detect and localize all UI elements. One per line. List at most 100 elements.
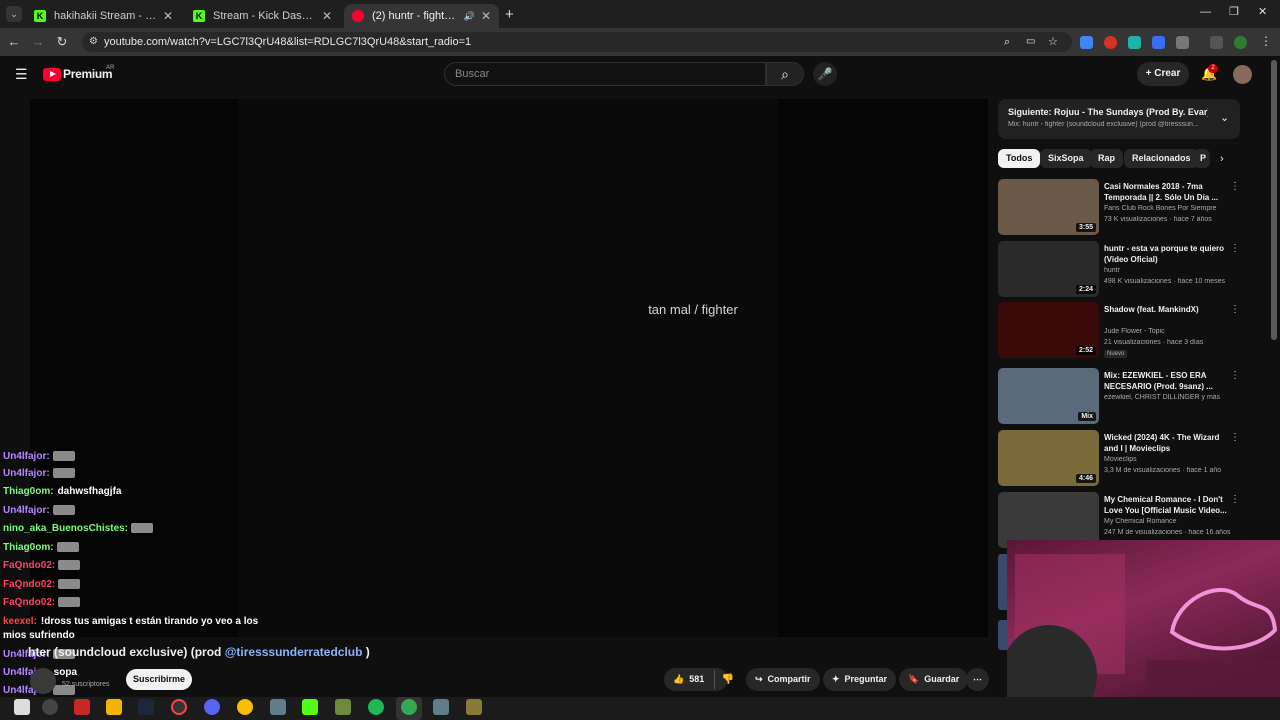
chat-username[interactable]: FaQndo02: xyxy=(3,597,55,608)
close-icon[interactable]: ✕ xyxy=(163,9,173,23)
avatar[interactable] xyxy=(1233,65,1252,84)
channel-mention-link[interactable]: @tiresssunderratedclub xyxy=(225,645,363,659)
close-icon[interactable]: ✕ xyxy=(481,9,491,23)
app-icon[interactable] xyxy=(270,699,286,715)
windows-start-icon[interactable] xyxy=(14,699,30,715)
steam-icon[interactable] xyxy=(138,699,154,715)
app-icon[interactable] xyxy=(433,699,449,715)
hamburger-menu-icon[interactable]: ☰ xyxy=(15,66,28,83)
related-video-item[interactable]: 4:46 Wicked (2024) 4K - The Wizard and I … xyxy=(998,430,1244,488)
chip-partial[interactable]: P xyxy=(1194,149,1210,168)
share-button[interactable]: ↪ Compartir xyxy=(746,668,820,691)
chip-relacionados[interactable]: Relacionados xyxy=(1124,149,1199,168)
site-info-icon[interactable]: ⚙ xyxy=(89,32,98,52)
create-button[interactable]: + Crear xyxy=(1137,62,1189,86)
youtube-premium-logo[interactable]: Premium xyxy=(63,67,113,81)
extension-icon[interactable] xyxy=(1104,36,1117,49)
related-video-title[interactable]: Casi Normales 2018 - 7ma Temporada || 2.… xyxy=(1104,181,1228,203)
chevron-right-icon[interactable]: › xyxy=(1220,153,1224,165)
extension-icon[interactable] xyxy=(1128,36,1141,49)
app-icon[interactable] xyxy=(74,699,90,715)
more-actions-icon[interactable]: ⋯ xyxy=(966,668,989,691)
app-icon[interactable] xyxy=(171,699,187,715)
video-thumbnail[interactable]: 4:46 xyxy=(998,430,1099,486)
reload-icon[interactable]: ↻ xyxy=(54,34,70,50)
chat-username[interactable]: FaQndo02: xyxy=(3,560,55,571)
tab-kick-stream[interactable]: K hakihakii Stream - Watch Live o ✕ xyxy=(26,4,181,28)
chip-todos[interactable]: Todos xyxy=(998,149,1041,168)
related-video-channel[interactable]: Jude Flower - Topic xyxy=(1104,328,1238,335)
chat-username[interactable]: Thiag0om: xyxy=(3,542,54,553)
back-icon[interactable]: ← xyxy=(6,34,22,50)
youtube-logo-icon[interactable] xyxy=(43,68,61,81)
search-icon[interactable]: ⌕ xyxy=(766,62,804,86)
puzzle-icon[interactable] xyxy=(1176,36,1189,49)
kick-icon[interactable] xyxy=(302,699,318,715)
chip-rap[interactable]: Rap xyxy=(1090,149,1124,168)
up-next-panel[interactable]: Siguiente: Rojuu - The Sundays (Prod By.… xyxy=(998,99,1240,139)
related-video-channel[interactable]: ezewkiel, CHRIST DILLINGER y más xyxy=(1104,394,1238,401)
chrome-icon[interactable] xyxy=(401,699,417,715)
search-icon[interactable] xyxy=(42,699,58,715)
new-tab-icon[interactable]: + xyxy=(505,6,514,23)
cast-icon[interactable]: ▭ xyxy=(1026,32,1035,52)
browser-menu-icon[interactable]: ⋮ xyxy=(1260,34,1272,48)
chevron-down-icon[interactable]: ⌄ xyxy=(1220,111,1229,124)
microphone-icon[interactable]: 🎤 xyxy=(813,62,837,86)
related-video-title[interactable]: Shadow (feat. MankindX) xyxy=(1104,304,1228,315)
profile-avatar[interactable] xyxy=(1234,36,1247,49)
page-scrollbar[interactable] xyxy=(1271,60,1277,340)
video-thumbnail[interactable]: 3:55 xyxy=(998,179,1099,235)
forward-icon[interactable]: → xyxy=(30,34,46,50)
chat-username[interactable]: nino_aka_BuenosChistes: xyxy=(3,523,128,534)
related-video-channel[interactable]: Fans Club Rock Bones Por Siempre xyxy=(1104,205,1238,212)
chat-username[interactable]: Un4lfajor: xyxy=(3,505,50,516)
minimize-icon[interactable]: — xyxy=(1200,6,1211,18)
related-video-channel[interactable]: Movieclips xyxy=(1104,456,1238,463)
subscribe-button[interactable]: Suscribirme xyxy=(126,669,192,690)
related-video-channel[interactable]: My Chemical Romance xyxy=(1104,518,1238,525)
search-input[interactable]: Buscar xyxy=(444,62,766,86)
more-options-icon[interactable]: ⋮ xyxy=(1230,304,1240,315)
window-close-icon[interactable]: ✕ xyxy=(1258,5,1267,18)
related-video-title[interactable]: My Chemical Romance - I Don't Love You [… xyxy=(1104,494,1228,516)
chip-sixsopa[interactable]: SixSopa xyxy=(1040,149,1092,168)
spotify-icon[interactable] xyxy=(368,699,384,715)
tab-search-icon[interactable]: ⌄ xyxy=(6,6,22,22)
tab-kick-dashboard[interactable]: K Stream - Kick Dashboard ✕ xyxy=(185,4,340,28)
more-options-icon[interactable]: ⋮ xyxy=(1230,432,1240,443)
close-icon[interactable]: ✕ xyxy=(322,9,332,23)
chat-username[interactable]: Thiag0om: xyxy=(3,486,54,497)
chat-username[interactable]: Un4lfajor: xyxy=(3,468,50,479)
channel-avatar[interactable] xyxy=(30,668,56,694)
related-video-title[interactable]: Wicked (2024) 4K - The Wizard and I | Mo… xyxy=(1104,432,1228,454)
media-icon[interactable] xyxy=(1210,36,1223,49)
url-bar[interactable]: ⚙ youtube.com/watch?v=LGC7l3QrU48&list=R… xyxy=(82,32,1072,52)
video-frame[interactable] xyxy=(238,99,778,637)
related-video-title[interactable]: Mix: EZEWKIEL - ESO ERA NECESARIO (Prod.… xyxy=(1104,370,1228,392)
related-video-item[interactable]: 2:52 Shadow (feat. MankindX) Jude Flower -… xyxy=(998,302,1244,360)
chat-username[interactable]: Un4lfajor: xyxy=(3,451,50,462)
minecraft-icon[interactable] xyxy=(335,699,351,715)
extension-icon[interactable] xyxy=(1080,36,1093,49)
related-video-item[interactable]: 2:24 huntr - esta va porque te quiero (Vi… xyxy=(998,241,1244,299)
save-button[interactable]: 🔖 Guardar xyxy=(899,668,969,691)
extension-icon[interactable] xyxy=(1152,36,1165,49)
thumbs-down-icon[interactable]: 👎 xyxy=(718,668,738,691)
chat-username[interactable]: keexel: xyxy=(3,616,37,627)
more-options-icon[interactable]: ⋮ xyxy=(1230,243,1240,254)
more-options-icon[interactable]: ⋮ xyxy=(1230,370,1240,381)
chat-username[interactable]: FaQndo02: xyxy=(3,579,55,590)
tab-youtube-active[interactable]: (2) huntr - fighter (soundcl 🔊 ✕ xyxy=(344,4,499,28)
discord-icon[interactable] xyxy=(204,699,220,715)
video-thumbnail[interactable]: 2:24 xyxy=(998,241,1099,297)
folder-icon[interactable] xyxy=(106,699,122,715)
zoom-icon[interactable]: ⌕ xyxy=(1004,32,1010,52)
related-video-channel[interactable]: huntr xyxy=(1104,267,1238,274)
video-thumbnail[interactable]: Mix xyxy=(998,368,1099,424)
related-video-item[interactable]: Mix Mix: EZEWKIEL - ESO ERA NECESARIO (Pr… xyxy=(998,368,1244,426)
restore-icon[interactable]: ❐ xyxy=(1229,5,1239,18)
speaker-icon[interactable]: 🔊 xyxy=(464,11,475,22)
more-options-icon[interactable]: ⋮ xyxy=(1230,494,1240,505)
video-thumbnail[interactable]: 2:52 xyxy=(998,302,1099,358)
